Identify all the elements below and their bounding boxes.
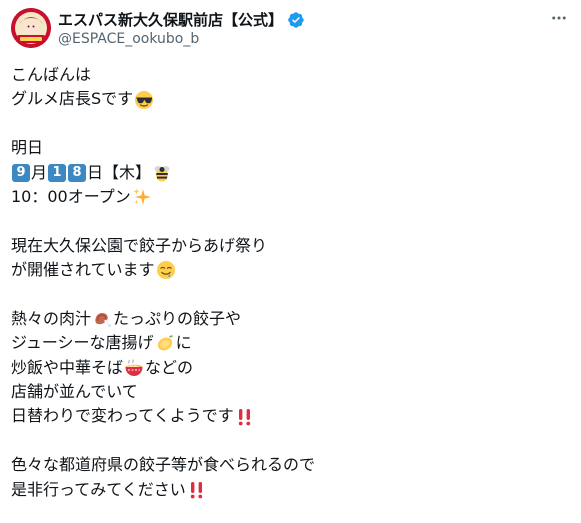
lemon-emoji <box>155 333 175 353</box>
avatar[interactable] <box>11 8 51 48</box>
text-line: ジューシーな唐揚げ に <box>11 333 192 353</box>
steaming-bowl-emoji <box>124 358 144 378</box>
meat-on-bone-emoji <box>92 309 112 329</box>
text-line: 10：00オープン <box>11 185 571 209</box>
text-line: こんばんは <box>11 65 92 84</box>
account-name-row: エスパス新大久保駅前店【公式】 <box>58 9 305 30</box>
verified-badge-icon[interactable] <box>287 11 305 29</box>
text-line: 日替わりで変わってくようです <box>11 404 571 428</box>
text-line: 炒飯や中華そば などの <box>11 357 194 378</box>
keycap-digit: 8 <box>68 163 87 182</box>
date-line: 9 月 1 8 日【木】 <box>11 161 571 185</box>
bee-emoji <box>152 163 172 183</box>
text-line: 店舗が並んでいて <box>11 382 138 402</box>
text-line: 是非行ってみてください <box>11 478 571 502</box>
sunglasses-face-emoji <box>134 90 154 110</box>
tweet: エスパス新大久保駅前店【公式】 @ESPACE_ookubo_b こんばんは グ… <box>0 0 581 523</box>
display-name[interactable]: エスパス新大久保駅前店【公式】 <box>58 9 283 30</box>
text-line: 現在大久保公園で餃子からあげ祭り <box>11 235 268 255</box>
account-handle[interactable]: @ESPACE_ookubo_b <box>58 31 199 47</box>
text-line: グルメ店長Sです <box>11 87 571 111</box>
more-options-icon[interactable] <box>549 8 569 28</box>
text-line: 熱々の肉汁 たっぷりの餃子や <box>11 308 242 329</box>
sparkles-emoji <box>132 187 152 207</box>
text-line: 明日 <box>11 138 44 158</box>
double-exclamation-emoji <box>235 407 255 427</box>
double-exclamation-emoji <box>187 480 207 500</box>
drooling-face-emoji <box>156 260 176 280</box>
tweet-text: こんばんは グルメ店長Sです 明日 9 月 1 8 日【木】 10：00オープン <box>11 63 571 502</box>
text-line: 色々な都道府県の餃子等が食べられるので <box>11 455 316 475</box>
keycap-digit: 9 <box>12 163 30 182</box>
keycap-digit: 1 <box>48 163 67 182</box>
text-line: が開催されています <box>11 258 571 282</box>
